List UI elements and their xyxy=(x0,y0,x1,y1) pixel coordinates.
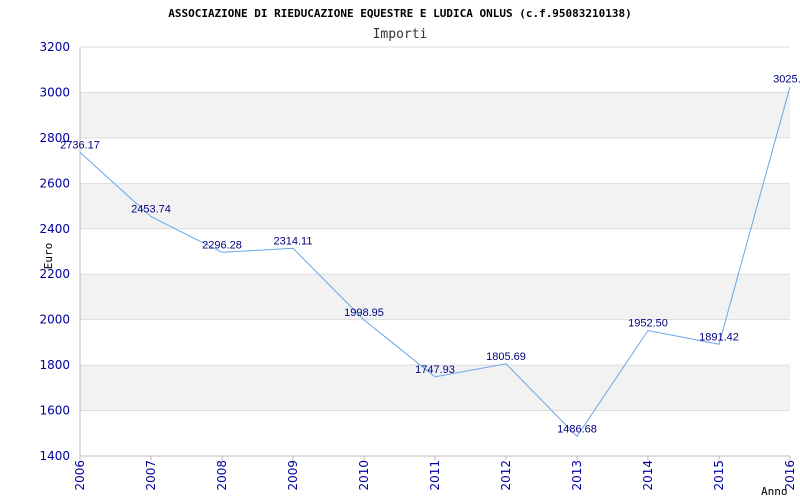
x-tick-label: 2006 xyxy=(73,460,87,491)
line-chart: 1400160018002000220024002600280030003200… xyxy=(39,7,800,498)
x-tick-label: 2010 xyxy=(357,460,371,491)
x-tick-label: 2009 xyxy=(286,460,300,491)
y-tick-label: 3000 xyxy=(39,85,70,99)
x-axis-label: Anno xyxy=(761,485,788,498)
chart-title: ASSOCIAZIONE DI RIEDUCAZIONE EQUESTRE E … xyxy=(168,7,632,20)
x-tick-label: 2012 xyxy=(499,460,513,491)
y-tick-label: 3200 xyxy=(39,40,70,54)
data-label: 1747.93 xyxy=(415,364,455,376)
chart-container: 1400 1600 1800 2000 2200 2400 2600 2800 3000 3200… xyxy=(0,0,800,500)
data-label: 2296.28 xyxy=(202,239,242,251)
y-tick-label: 1800 xyxy=(39,358,70,372)
background-band xyxy=(80,92,790,138)
x-tick-label: 2013 xyxy=(570,460,584,491)
data-label: 1952.50 xyxy=(628,317,668,329)
y-tick-label: 2600 xyxy=(39,176,70,190)
data-label: 2314.11 xyxy=(274,235,313,247)
y-tick-label: 2000 xyxy=(39,313,70,327)
data-label: 2736.17 xyxy=(60,139,100,151)
chart-subtitle: Importi xyxy=(373,27,428,42)
data-label: 1805.69 xyxy=(486,351,526,363)
y-tick-label: 1400 xyxy=(39,449,70,463)
data-label: 1486.68 xyxy=(557,423,597,435)
x-tick-label: 2015 xyxy=(712,460,726,491)
x-tick-labels: 2006 2007 2008 2009 2010 2011 2012 2013 2014 2015… xyxy=(73,460,797,491)
x-tick-label: 2014 xyxy=(641,460,655,491)
x-tick-label: 2008 xyxy=(215,460,229,491)
y-tick-label: 2400 xyxy=(39,222,70,236)
x-tick-label: 2007 xyxy=(144,460,158,491)
background-band xyxy=(80,274,790,320)
data-label: 2453.74 xyxy=(131,204,171,216)
data-label: 1998.95 xyxy=(344,307,384,319)
background-band xyxy=(80,183,790,229)
data-label: 1891.42 xyxy=(699,331,739,343)
x-tick-label: 2011 xyxy=(428,460,442,491)
y-axis-label: Euro xyxy=(42,243,55,270)
y-tick-label: 1600 xyxy=(39,404,70,418)
background-bands xyxy=(80,92,790,411)
data-label: 3025.3 xyxy=(773,74,800,86)
